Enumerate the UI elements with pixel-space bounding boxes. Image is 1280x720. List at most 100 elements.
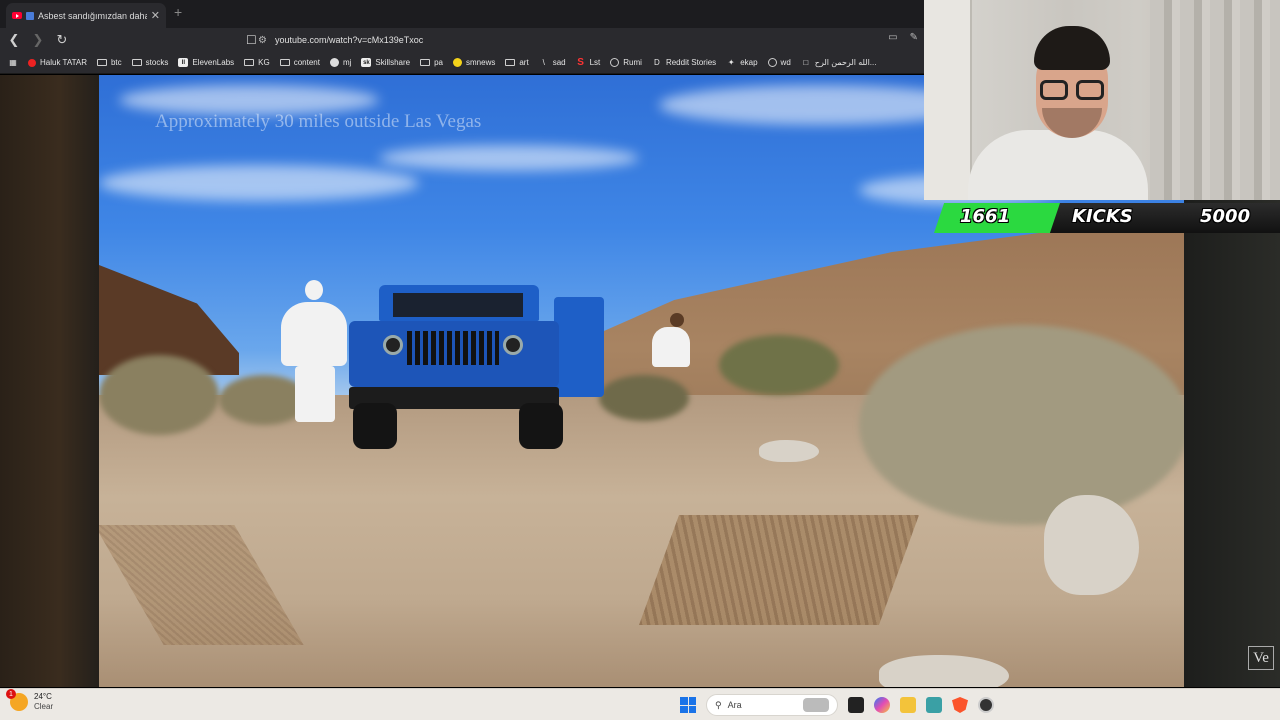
bookmark-label: Rumi [623, 58, 642, 67]
taskbar-search[interactable]: ⚲ Ara [706, 694, 838, 716]
bookmark-stocks[interactable]: stocks [131, 58, 168, 67]
weather-widget[interactable]: 1 24°C Clear [6, 689, 53, 712]
s-icon: S [577, 57, 584, 68]
search-placeholder: Ara [727, 700, 742, 710]
bookmark-wd[interactable]: wd [767, 58, 791, 67]
bookmark-kg[interactable]: KG [244, 58, 270, 67]
bookmark-elevenlabs[interactable]: II ElevenLabs [178, 58, 234, 67]
bookmark-label: Lst [589, 58, 601, 67]
bookmark-rumi[interactable]: Rumi [610, 58, 642, 67]
bush [719, 335, 839, 395]
browser-tab[interactable]: Asbest sandığımızdan daha b ✕ [6, 3, 166, 28]
notification-badge: 1 [6, 689, 16, 699]
taskbar-apps: ⚲ Ara [680, 693, 994, 717]
bookmark-label: ekap [740, 58, 758, 67]
sun-icon: 1 [6, 689, 28, 711]
bookmark-label: KG [258, 58, 270, 67]
folder-icon [131, 59, 142, 66]
bookmarks-bar: ▦ Haluk TATAR btc stocks II ElevenLabs KG… [0, 52, 924, 74]
tab-strip: Asbest sandığımızdan daha b ✕ + [0, 0, 924, 28]
folder-icon [505, 59, 516, 66]
bookmark-label: sad [552, 58, 566, 67]
windows-start-icon[interactable] [680, 697, 696, 713]
skillshare-icon: sk [361, 58, 372, 67]
address-bar[interactable]: ⚙ youtube.com/watch?v=cMx139eTxoc [258, 30, 898, 50]
bookmark-reddit-stories[interactable]: D Reddit Stories [652, 58, 716, 67]
curtain [1150, 0, 1280, 200]
bookmark-btc[interactable]: btc [96, 58, 122, 67]
task-view-icon[interactable] [848, 697, 864, 713]
youtube-favicon-icon [12, 12, 22, 19]
bookmark-label: mj [342, 58, 352, 67]
bookmark-arabic[interactable]: □ الله الرحمن الرح... [801, 58, 877, 67]
speaker-icon[interactable] [26, 11, 34, 20]
folder-icon [244, 59, 255, 66]
forward-arrow-icon[interactable]: ❯ [28, 30, 48, 50]
bookmark-label: smnews [466, 58, 496, 67]
file-explorer-icon[interactable] [900, 697, 916, 713]
bookmark-label: Reddit Stories [665, 58, 717, 67]
cloud [379, 145, 639, 171]
boulder [1044, 495, 1139, 595]
new-tab-button[interactable]: + [174, 4, 182, 20]
search-icon: ⚲ [715, 699, 722, 710]
bookmark-label: Haluk TATAR [40, 58, 87, 67]
bookmark-lst[interactable]: S Lst [576, 57, 601, 68]
brave-browser-icon[interactable] [952, 697, 968, 713]
bookmark-smnews[interactable]: smnews [453, 58, 495, 67]
snipping-tool-icon[interactable] [926, 697, 942, 713]
back-arrow-icon[interactable]: ❮ [4, 30, 24, 50]
bookmark-label: content [293, 58, 320, 67]
tab-title: Asbest sandığımızdan daha b [38, 10, 147, 21]
globe-icon [767, 58, 777, 67]
url-text[interactable]: youtube.com/watch?v=cMx139eTxoc [275, 35, 423, 45]
streamer [964, 26, 1154, 200]
edit-icon[interactable]: ✎ [910, 32, 918, 43]
bookmark-sad[interactable]: \ sad [539, 58, 566, 67]
site-settings-icon[interactable]: ⚙ [258, 35, 267, 46]
kicks-goal-bar: 1661 KICKS 5000 [934, 200, 1280, 236]
bookmark-label: btc [110, 58, 122, 67]
bookmark-label: Skillshare [375, 58, 411, 67]
bookmark-pa[interactable]: pa [420, 58, 443, 67]
bookmark-content[interactable]: content [279, 58, 320, 67]
screen: Asbest sandığımızdan daha b ✕ + ❮ ❯ ↻ ☐ … [0, 0, 1280, 720]
bookmark-skillshare[interactable]: sk Skillshare [361, 58, 410, 67]
folder-icon [279, 59, 290, 66]
bookmark-label: الله الرحمن الرح... [814, 58, 877, 67]
temperature: 24°C [34, 692, 52, 701]
smiley-icon [453, 58, 462, 67]
tab-close-icon[interactable]: ✕ [151, 9, 160, 22]
kicks-goal: 5000 [1200, 206, 1251, 227]
bush [599, 375, 689, 421]
toolbar-actions: ▭ ✎ [888, 32, 918, 43]
left-blur-panel [0, 75, 99, 687]
bookmark-art[interactable]: art [505, 58, 529, 67]
cloud [99, 165, 419, 201]
channel-watermark: Ve [1248, 646, 1274, 670]
webcam-overlay [924, 0, 1280, 200]
folder-icon [420, 59, 431, 66]
person-hazmat-suit [281, 280, 347, 422]
copilot-icon[interactable] [874, 697, 890, 713]
globe-icon [610, 58, 620, 67]
bookmark-mj[interactable]: mj [329, 58, 352, 67]
bookmark-icon[interactable]: ☐ [246, 33, 257, 47]
bush [99, 355, 219, 435]
bookmark-label: ElevenLabs [192, 58, 235, 67]
apps-grid-icon[interactable]: ▦ [8, 58, 18, 67]
obs-icon[interactable] [978, 697, 994, 713]
bookmark-haluk-tatar[interactable]: Haluk TATAR [28, 58, 87, 67]
blue-jeep [349, 285, 604, 455]
kicks-current: 1661 [960, 206, 1011, 227]
tire-track [638, 515, 920, 625]
bookmark-ekap[interactable]: ✦ ekap [726, 58, 758, 67]
bookmark-label: pa [434, 58, 443, 67]
cast-icon[interactable]: ▭ [888, 32, 897, 43]
taskbar: 1 24°C Clear ⚲ Ara [0, 688, 1280, 720]
person-kneeling [652, 313, 690, 367]
bookmark-label: wd [780, 58, 791, 67]
bush [859, 325, 1184, 525]
reload-icon[interactable]: ↻ [52, 30, 72, 50]
search-highlight-image [803, 698, 829, 712]
